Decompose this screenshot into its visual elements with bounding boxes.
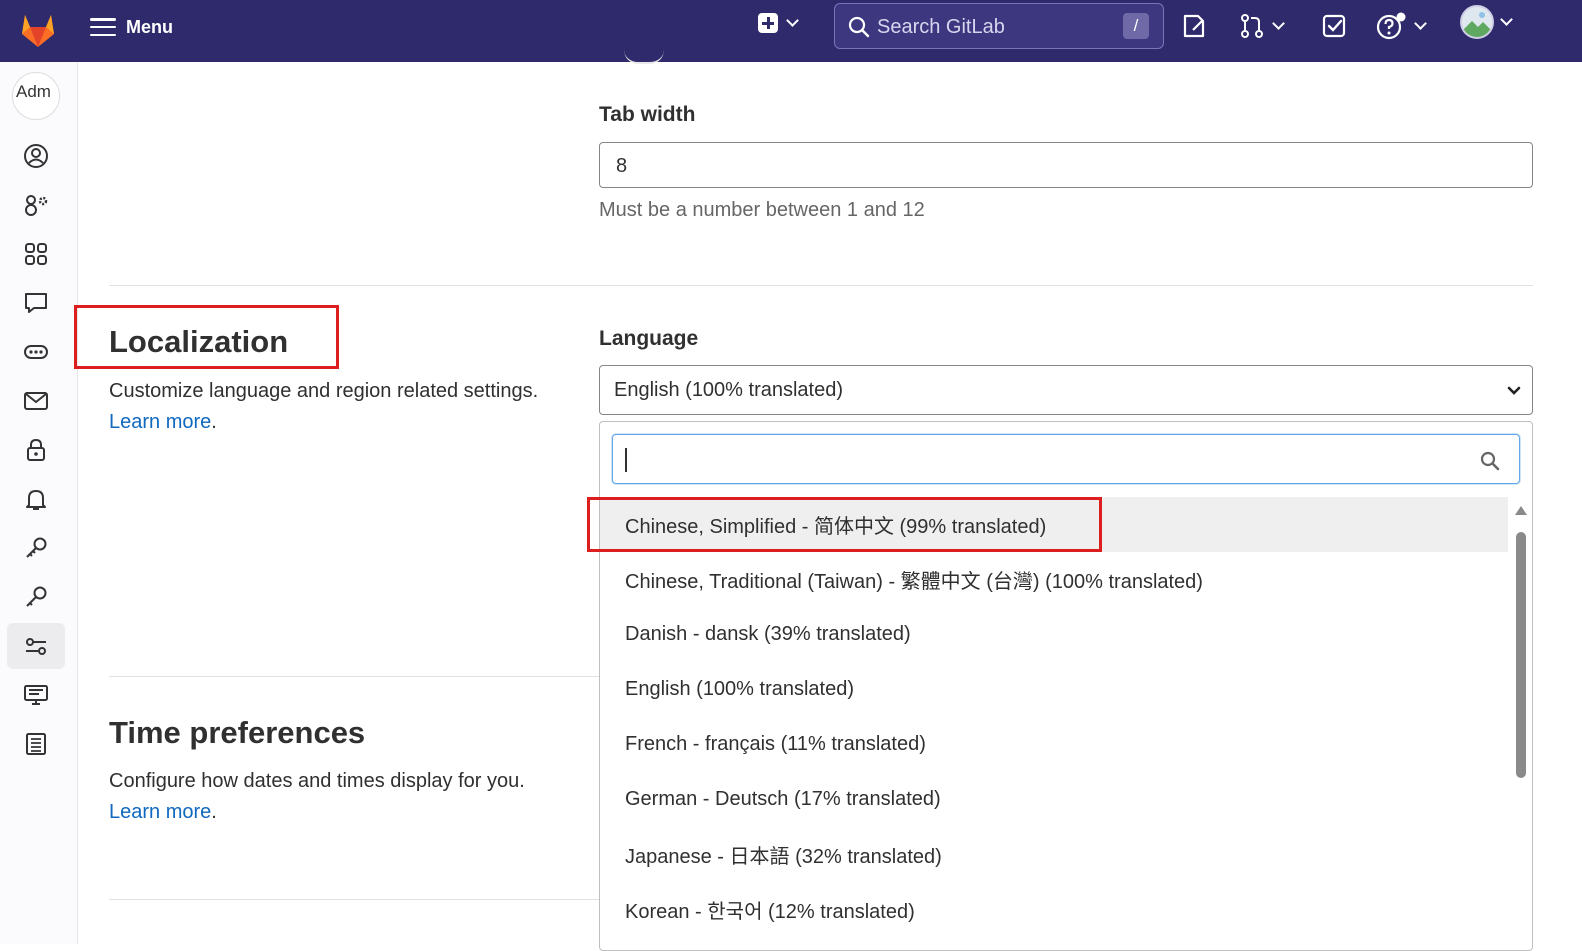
- merge-request-icon: [1241, 14, 1263, 38]
- key-icon: [26, 537, 47, 558]
- user-circle-icon: [24, 144, 48, 168]
- user-menu-button[interactable]: [1460, 5, 1513, 39]
- sidebar-item-ssh-keys[interactable]: [7, 525, 65, 571]
- language-option[interactable]: Korean - 한국어 (12% translated): [600, 882, 1508, 937]
- language-selected-value: English (100% translated): [614, 379, 844, 401]
- issues-button[interactable]: [1180, 12, 1208, 40]
- sidebar-item-applications[interactable]: [7, 231, 65, 277]
- language-options-list: Chinese, Simplified - 简体中文 (99% translat…: [600, 497, 1508, 937]
- language-option[interactable]: Danish - dansk (39% translated): [600, 607, 1508, 662]
- language-dropdown: Chinese, Simplified - 简体中文 (99% translat…: [599, 421, 1533, 951]
- language-search-input[interactable]: [612, 434, 1520, 484]
- language-label: Language: [599, 327, 699, 350]
- todo-icon: [1322, 14, 1346, 38]
- localization-description: Customize language and region related se…: [109, 380, 539, 402]
- bell-icon: [26, 490, 46, 510]
- time-preferences-learn-more[interactable]: Learn more.: [109, 801, 217, 824]
- sidebar-item-profile[interactable]: [7, 133, 65, 179]
- search-input[interactable]: Search GitLab /: [834, 3, 1164, 49]
- sidebar-avatar[interactable]: Adm: [12, 72, 60, 120]
- mail-icon: [24, 392, 48, 410]
- search-placeholder: Search GitLab: [877, 16, 1005, 38]
- chevron-down-icon: [1507, 386, 1521, 395]
- help-icon: [1376, 12, 1406, 40]
- language-option[interactable]: Japanese - 日本語 (32% translated): [600, 827, 1508, 882]
- hamburger-icon: [90, 18, 116, 36]
- dropdown-scrollbar[interactable]: [1514, 506, 1528, 950]
- time-preferences-description: Configure how dates and times display fo…: [109, 770, 525, 792]
- chevron-down-icon: [1272, 17, 1285, 30]
- section-divider: [109, 899, 599, 900]
- language-option[interactable]: English (100% translated): [600, 662, 1508, 717]
- chevron-down-icon: [1414, 17, 1427, 30]
- search-icon: [1480, 451, 1500, 471]
- localization-learn-more[interactable]: Learn more.: [109, 411, 217, 434]
- sidebar-item-access-tokens[interactable]: [7, 329, 65, 375]
- text-cursor: [625, 448, 627, 472]
- preferences-icon: [26, 638, 46, 655]
- issues-icon: [1183, 14, 1205, 38]
- section-divider: [109, 676, 599, 677]
- localization-title: Localization: [109, 324, 289, 359]
- log-list-icon: [26, 733, 46, 755]
- account-settings-icon: [25, 195, 48, 216]
- tab-width-input[interactable]: 8: [599, 142, 1533, 188]
- scroll-up-arrow-icon[interactable]: [1515, 506, 1527, 515]
- time-preferences-title: Time preferences: [109, 715, 366, 750]
- sidebar-item-chat[interactable]: [7, 280, 65, 326]
- learn-more-link-text[interactable]: Learn more: [109, 801, 211, 823]
- avatar-alt-text: Adm: [16, 82, 51, 101]
- monitor-icon: [24, 685, 48, 705]
- sidebar-item-notifications[interactable]: [7, 476, 65, 522]
- user-avatar: [1460, 5, 1494, 39]
- plus-square-icon: [758, 13, 778, 33]
- language-option[interactable]: Chinese, Simplified - 简体中文 (99% translat…: [600, 497, 1508, 552]
- sidebar: Adm: [0, 62, 78, 944]
- sidebar-item-authentication-log[interactable]: [7, 721, 65, 767]
- sidebar-item-password[interactable]: [7, 427, 65, 473]
- language-select[interactable]: English (100% translated): [599, 365, 1533, 415]
- lock-icon: [27, 438, 45, 461]
- chevron-down-icon: [786, 14, 799, 27]
- create-new-button[interactable]: [758, 13, 799, 33]
- sidebar-item-gpg-keys[interactable]: [7, 574, 65, 620]
- key-icon: [26, 586, 47, 607]
- chevron-down-icon: [1500, 13, 1513, 26]
- section-divider: [109, 285, 1533, 286]
- scrollbar-thumb[interactable]: [1516, 532, 1526, 778]
- sidebar-item-account[interactable]: [7, 182, 65, 228]
- sidebar-item-active-sessions[interactable]: [7, 672, 65, 718]
- todos-button[interactable]: [1320, 12, 1348, 40]
- top-bar: Menu Search GitLab /: [0, 0, 1582, 62]
- language-option[interactable]: German - Deutsch (17% translated): [600, 772, 1508, 827]
- sidebar-item-emails[interactable]: [7, 378, 65, 424]
- search-shortcut-badge: /: [1123, 13, 1149, 39]
- sidebar-item-preferences[interactable]: [7, 623, 65, 669]
- tab-width-help: Must be a number between 1 and 12: [599, 199, 925, 221]
- help-button[interactable]: [1376, 12, 1427, 40]
- learn-more-link-text[interactable]: Learn more: [109, 411, 211, 433]
- tab-width-label: Tab width: [599, 103, 696, 126]
- token-icon: [24, 345, 48, 359]
- menu-label: Menu: [126, 16, 173, 37]
- menu-button[interactable]: Menu: [90, 14, 173, 40]
- language-option[interactable]: Chinese, Traditional (Taiwan) - 繁體中文 (台灣…: [600, 552, 1508, 607]
- applications-grid-icon: [25, 243, 47, 265]
- comment-icon: [25, 293, 47, 313]
- gitlab-logo[interactable]: [16, 7, 60, 51]
- language-option[interactable]: French - français (11% translated): [600, 717, 1508, 772]
- merge-requests-button[interactable]: [1238, 12, 1285, 40]
- search-icon: [848, 16, 870, 38]
